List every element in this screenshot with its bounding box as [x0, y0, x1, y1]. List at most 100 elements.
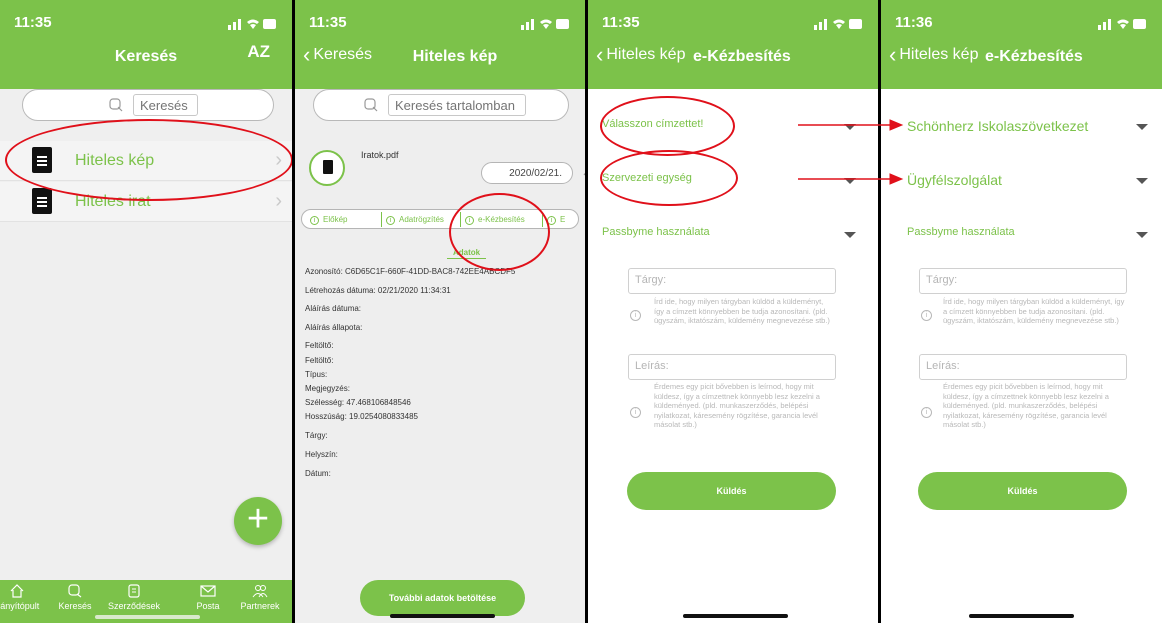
dropdown-arrow-icon: [844, 232, 856, 238]
passbyme-label: Passbyme használata: [602, 226, 710, 238]
send-button[interactable]: Küldés: [918, 472, 1127, 510]
tab-label: Keresés: [58, 601, 92, 611]
status-bar: 11:35: [602, 14, 864, 34]
detail-field: Aláírás dátuma:: [305, 304, 362, 313]
back-label: Hiteles kép: [606, 46, 686, 63]
tab-more[interactable]: iE: [547, 215, 565, 225]
info-icon: i: [630, 407, 641, 418]
dropdown-arrow-icon: [844, 178, 856, 184]
tab-kereses[interactable]: Keresés: [48, 584, 102, 611]
status-bar: 11:35: [309, 14, 571, 34]
phone-e-delivery-filled: 11:36 ‹ Hiteles kép e-Kézbesítés Schönhe…: [881, 0, 1162, 623]
tab-label: Irányítópult: [0, 601, 40, 611]
search-bar[interactable]: [22, 89, 274, 121]
sort-az-label: AZ: [247, 42, 270, 61]
annotation-ellipse: [600, 150, 738, 206]
contract-icon: [128, 584, 140, 598]
chevron-left-icon: ‹: [303, 42, 311, 67]
search-icon: [109, 98, 123, 112]
home-indicator: [390, 614, 495, 618]
detail-field: Megjegyzés:: [305, 384, 350, 393]
nav-header: 11:35 ‹ Hiteles kép e-Kézbesítés: [588, 0, 878, 89]
chevron-left-icon: ‹: [596, 42, 604, 67]
sort-az-icon[interactable]: AZ: [247, 42, 270, 62]
status-time: 11:35: [14, 14, 52, 31]
search-bar[interactable]: [313, 89, 569, 121]
description-hint: Érdemes egy picit bővebben is leírnod, h…: [943, 382, 1109, 429]
tab-label: Szerződések: [107, 601, 161, 611]
subject-hint: Írd ide, hogy milyen tárgyban küldöd a k…: [943, 297, 1125, 325]
search-input[interactable]: [388, 94, 526, 116]
annotation-ellipse: [5, 119, 292, 201]
tab-bar: Irányítópult Keresés Szerződések Posta P…: [0, 580, 292, 623]
file-name: Iratok.pdf: [361, 150, 399, 160]
detail-field: Aláírás állapota:: [305, 323, 363, 332]
send-button[interactable]: Küldés: [627, 472, 836, 510]
dropdown-arrow-icon: [1136, 178, 1148, 184]
home-indicator: [969, 614, 1074, 618]
load-more-button[interactable]: További adatok betöltése: [360, 580, 525, 616]
description-input[interactable]: Leírás:: [919, 354, 1127, 380]
subject-input[interactable]: Tárgy:: [628, 268, 836, 294]
description-hint: Érdemes egy picit bővebben is leírnod, h…: [654, 382, 820, 429]
status-bar: 11:36: [895, 14, 1148, 34]
search-icon: [68, 584, 82, 598]
tab-partnerek[interactable]: Partnerek: [233, 584, 287, 611]
page-title: Hiteles kép: [412, 48, 498, 65]
info-icon: i: [310, 216, 319, 225]
tab-posta[interactable]: Posta: [181, 584, 235, 611]
add-button[interactable]: +: [234, 497, 282, 545]
tab-label: Adatrögzítés: [399, 215, 444, 224]
info-icon: i: [921, 310, 932, 321]
detail-field: Feltöltő:: [305, 356, 334, 365]
annotation-ellipse: [600, 96, 735, 156]
status-icons: [521, 19, 569, 30]
recipient-select[interactable]: Schönherz Iskolaszövetkezet: [907, 118, 1148, 138]
passbyme-select[interactable]: Passbyme használata: [602, 226, 856, 246]
subject-input[interactable]: Tárgy:: [919, 268, 1127, 294]
partners-icon: [252, 585, 268, 598]
detail-field: Dátum:: [305, 469, 331, 478]
phone-e-delivery-empty: 11:35 ‹ Hiteles kép e-Kézbesítés Válassz…: [588, 0, 881, 623]
phone-search-screen: 11:35 Keresés AZ Hiteles kép › Hiteles i…: [0, 0, 295, 623]
tab-szerzodesek[interactable]: Szerződések: [104, 584, 164, 611]
back-label: Hiteles kép: [899, 46, 979, 63]
nav-header: 11:35 Keresés AZ: [0, 0, 292, 89]
dropdown-arrow-icon: [1136, 232, 1148, 238]
status-icons: [814, 19, 862, 30]
status-icons: [228, 19, 276, 30]
home-icon: [10, 584, 24, 598]
status-time: 11:35: [309, 14, 347, 31]
status-icons: [1098, 19, 1146, 30]
back-button[interactable]: ‹ Hiteles kép: [889, 42, 979, 67]
chevron-left-icon: ‹: [889, 42, 897, 67]
tab-label: Előkép: [323, 215, 348, 224]
detail-field: Feltöltő:: [305, 341, 334, 350]
tab-separator: [381, 212, 382, 227]
tab-label: Partnerek: [240, 601, 280, 611]
detail-field: Típus:: [305, 370, 328, 379]
status-time: 11:36: [895, 14, 933, 31]
passbyme-select[interactable]: Passbyme használata: [907, 226, 1148, 246]
info-icon: i: [630, 310, 641, 321]
annotation-ellipse: [449, 193, 550, 271]
status-time: 11:35: [602, 14, 640, 31]
mail-icon: [200, 585, 216, 597]
page-title: e-Kézbesítés: [693, 48, 791, 65]
dropdown-arrow-icon: [1136, 124, 1148, 130]
back-button[interactable]: ‹ Hiteles kép: [596, 42, 686, 67]
file-icon: [309, 150, 345, 186]
tab-iranyitopult[interactable]: Irányítópult: [0, 584, 44, 611]
tab-elokep[interactable]: i Előkép: [310, 215, 347, 225]
search-input[interactable]: [133, 94, 198, 116]
description-input[interactable]: Leírás:: [628, 354, 836, 380]
file-date: 2020/02/21.: [481, 162, 573, 184]
home-indicator: [95, 615, 200, 619]
nav-header: 11:35 ‹ Keresés Hiteles kép: [295, 0, 585, 89]
page-title: e-Kézbesítés: [985, 48, 1083, 65]
detail-field: Szélesség: 47.468106848546: [305, 398, 411, 407]
detail-field: Létrehozás dátuma: 02/21/2020 11:34:31: [305, 286, 451, 295]
search-icon: [364, 98, 378, 112]
unit-select[interactable]: Ügyfélszolgálat: [907, 172, 1148, 192]
tab-adatrogzites[interactable]: i Adatrögzítés: [386, 215, 444, 225]
